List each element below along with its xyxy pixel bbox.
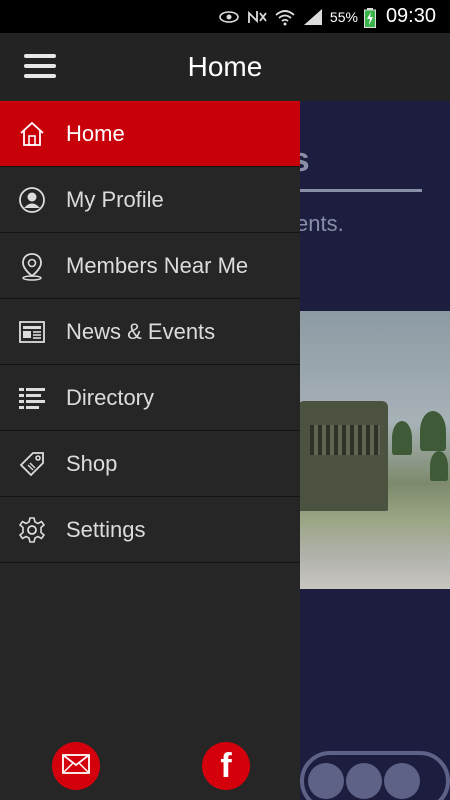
menu-item-directory[interactable]: Directory xyxy=(0,365,300,431)
no-signal-icon xyxy=(246,8,268,26)
map-pin-icon xyxy=(18,251,46,281)
user-icon xyxy=(18,185,46,215)
menu-item-label: Directory xyxy=(66,385,155,410)
menu-item-settings[interactable]: Settings xyxy=(0,497,300,563)
app-bar: Home xyxy=(0,33,450,101)
menu-item-label: Members Near Me xyxy=(66,253,249,278)
menu-item-label: My Profile xyxy=(66,187,164,212)
home-icon xyxy=(18,119,46,149)
page-title: Home xyxy=(187,51,263,82)
menu-item-label: Settings xyxy=(66,517,146,542)
menu-item-members-near-me[interactable]: Members Near Me xyxy=(0,233,300,299)
cell-signal-icon xyxy=(302,8,324,26)
facebook-button[interactable]: f xyxy=(202,742,250,790)
menu-item-label: News & Events xyxy=(66,319,216,344)
tag-icon xyxy=(18,449,46,479)
eye-icon xyxy=(218,8,240,26)
military-truck-image xyxy=(298,401,388,511)
menu-item-my-profile[interactable]: My Profile xyxy=(0,167,300,233)
newspaper-icon xyxy=(18,317,46,347)
navigation-drawer: Home My Profile Members Near Me News & E… xyxy=(0,101,300,800)
menu-item-label: Shop xyxy=(66,451,118,476)
facebook-icon: f xyxy=(220,746,232,785)
gear-icon xyxy=(18,515,46,545)
drawer-menu: Home My Profile Members Near Me News & E… xyxy=(0,101,300,563)
wifi-icon xyxy=(274,8,296,26)
menu-item-label: Home xyxy=(66,121,125,146)
clock: 09:30 xyxy=(385,5,436,27)
tank-graphic xyxy=(300,691,450,800)
list-icon xyxy=(18,383,46,413)
drawer-footer: f xyxy=(0,738,300,790)
battery-percent: 55% xyxy=(329,8,358,25)
menu-item-shop[interactable]: Shop xyxy=(0,431,300,497)
email-button[interactable] xyxy=(52,742,100,790)
battery-charging-icon xyxy=(363,7,376,28)
status-bar: 55% 09:30 xyxy=(0,0,450,33)
mail-icon xyxy=(62,753,90,779)
menu-item-home[interactable]: Home xyxy=(0,101,300,167)
menu-item-news-events[interactable]: News & Events xyxy=(0,299,300,365)
heading-underline xyxy=(298,189,422,192)
